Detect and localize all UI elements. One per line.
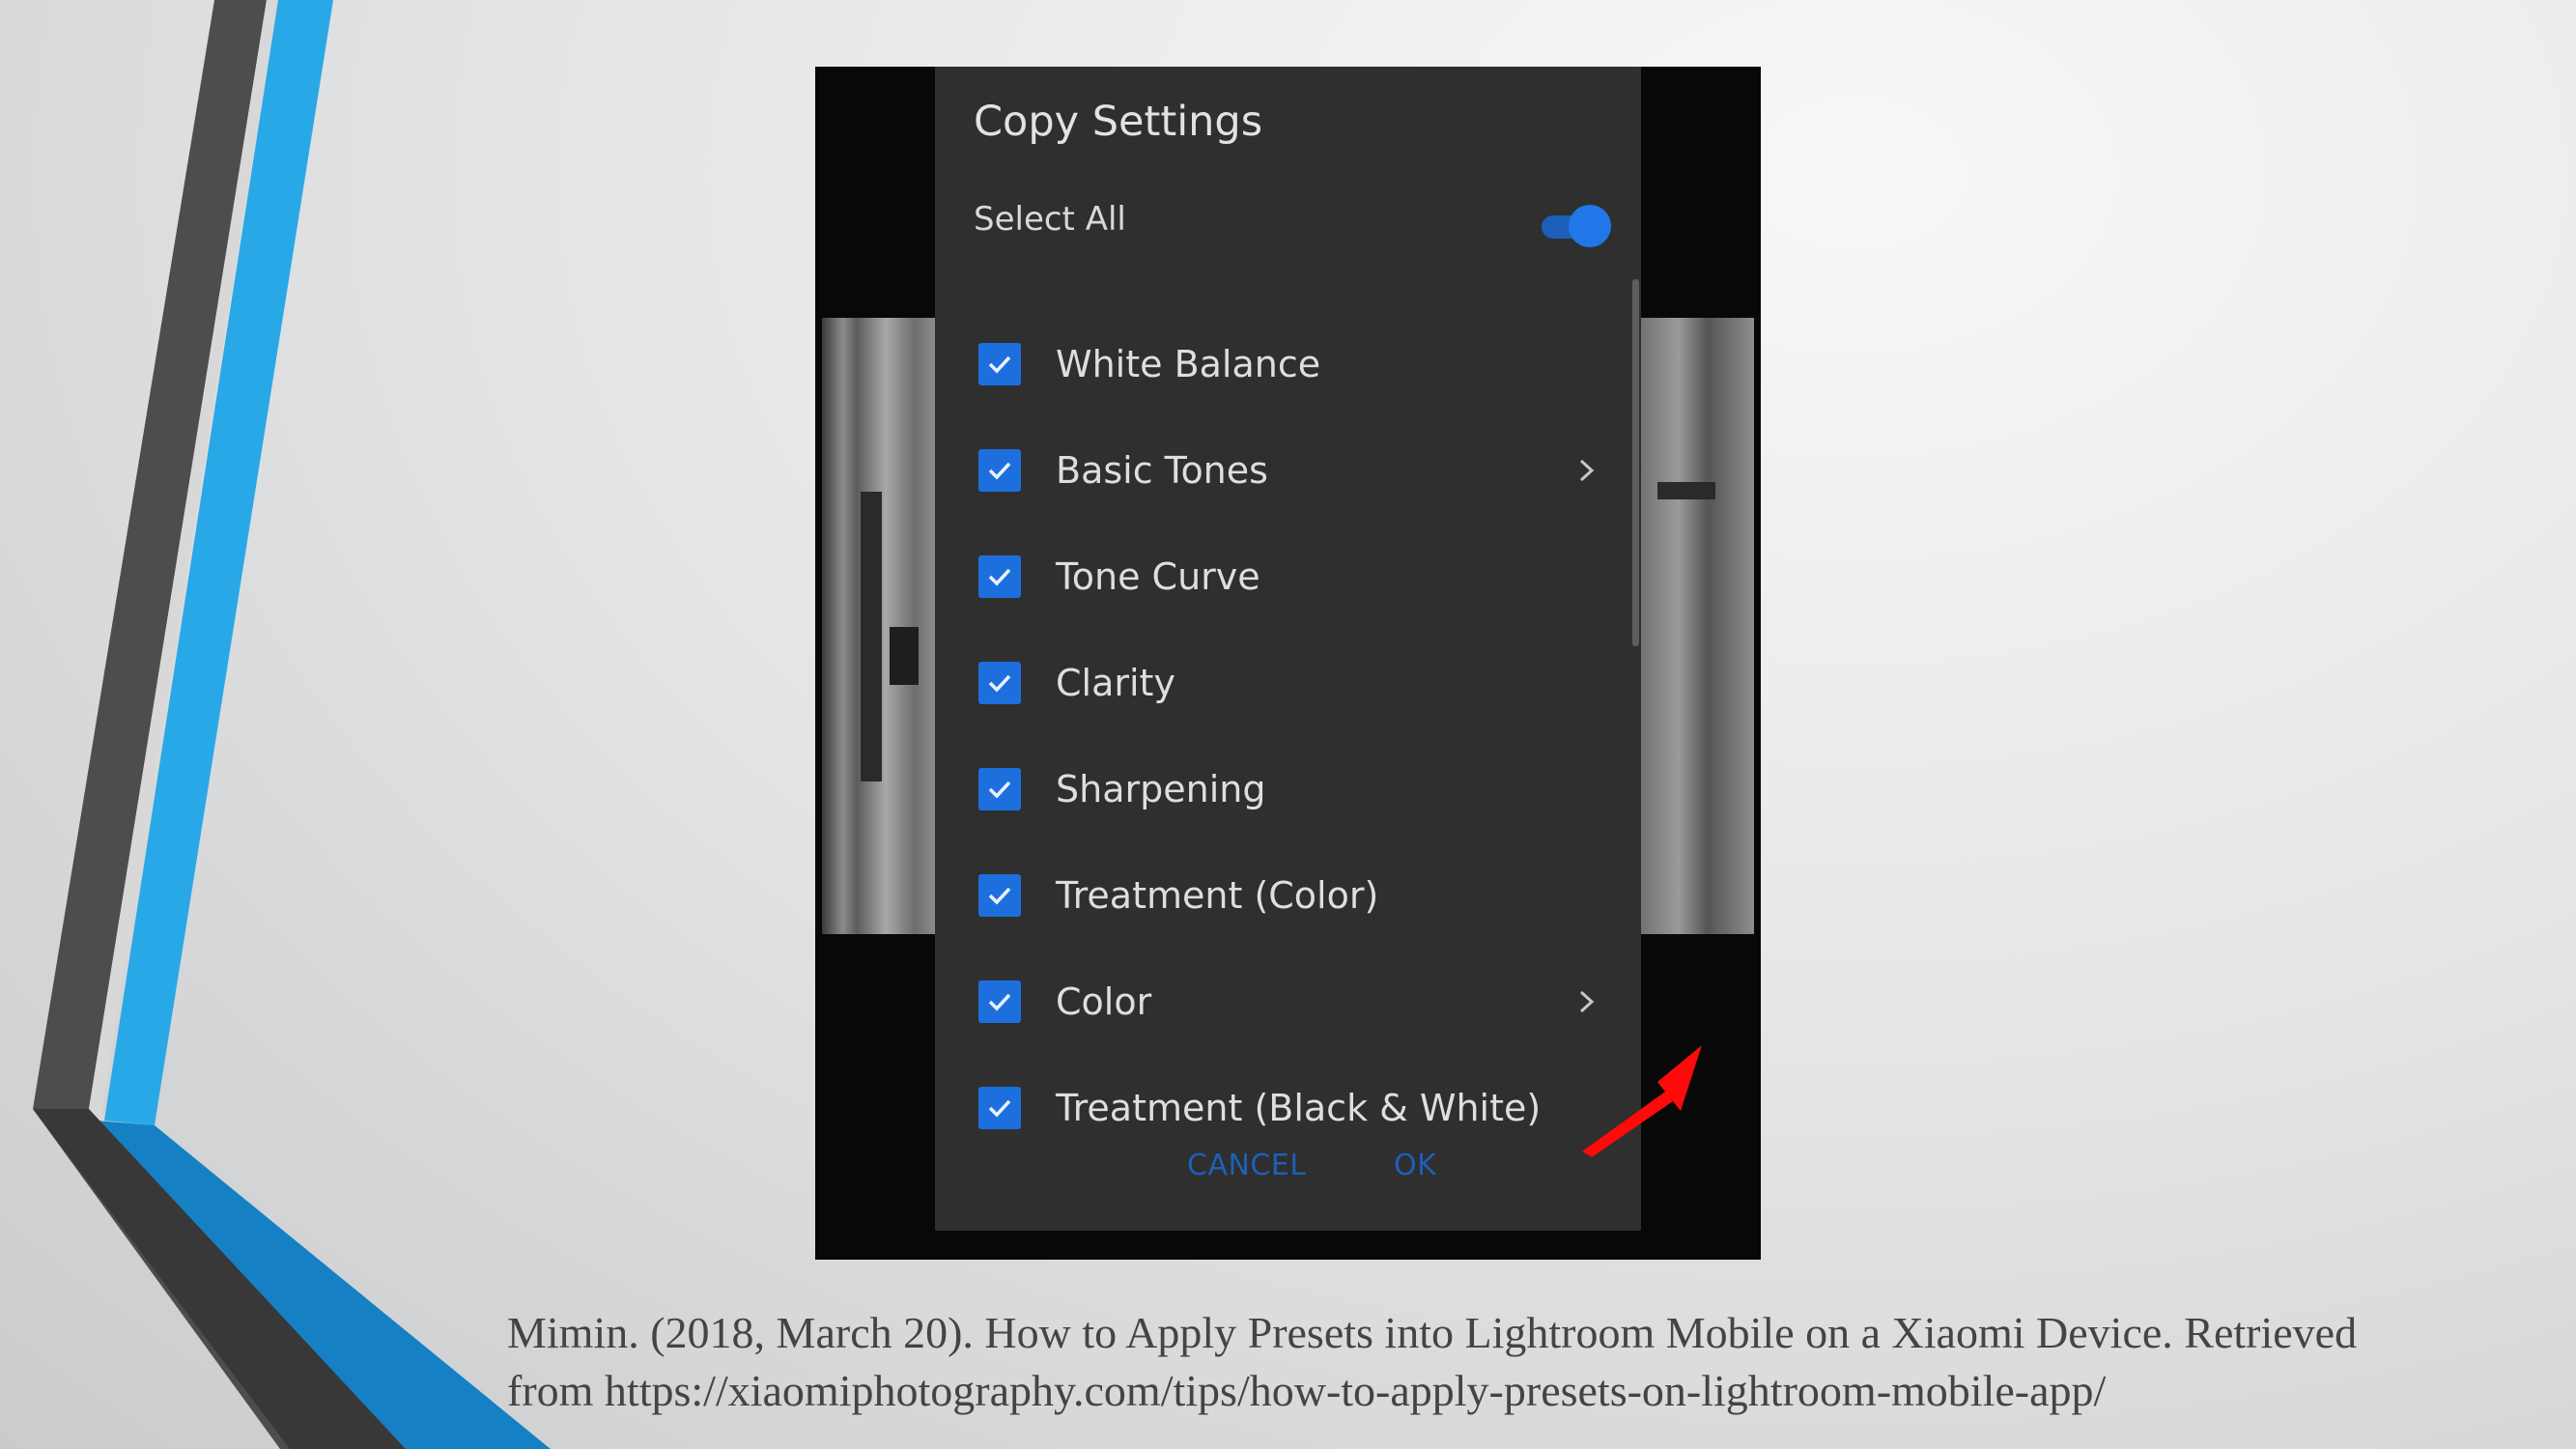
setting-color[interactable]: Color bbox=[974, 967, 1601, 1035]
setting-clarity[interactable]: Clarity bbox=[974, 648, 1601, 716]
copy-settings-dialog: Copy Settings Select All White Balance B… bbox=[935, 67, 1641, 1231]
dark-lower-stripe bbox=[33, 1109, 406, 1449]
setting-label: Tone Curve bbox=[1056, 555, 1260, 598]
select-all-label: Select All bbox=[974, 200, 1126, 239]
setting-tone-curve[interactable]: Tone Curve bbox=[974, 542, 1601, 610]
ok-button[interactable]: OK bbox=[1394, 1149, 1436, 1182]
select-all-row[interactable]: Select All bbox=[974, 200, 1611, 258]
scrollbar[interactable] bbox=[1632, 279, 1639, 646]
checkbox-checked-icon[interactable] bbox=[978, 449, 1021, 492]
setting-label: Clarity bbox=[1056, 662, 1175, 704]
background-photo-right bbox=[1638, 318, 1754, 934]
setting-label: Treatment (Color) bbox=[1056, 874, 1379, 917]
citation: Mimin. (2018, March 20). How to Apply Pr… bbox=[507, 1304, 2555, 1420]
setting-label: Color bbox=[1056, 980, 1152, 1023]
cancel-button[interactable]: CANCEL bbox=[1187, 1149, 1307, 1182]
toggle-knob bbox=[1569, 205, 1611, 247]
chevron-right-icon[interactable] bbox=[1572, 984, 1601, 1019]
setting-sharpening[interactable]: Sharpening bbox=[974, 754, 1601, 822]
citation-line-2: from https://xiaomiphotography.com/tips/… bbox=[507, 1366, 2107, 1415]
setting-label: Treatment (Black & White) bbox=[1056, 1087, 1542, 1129]
setting-label: Sharpening bbox=[1056, 768, 1266, 810]
red-arrow-annotation-icon bbox=[1582, 1045, 1702, 1157]
setting-basic-tones[interactable]: Basic Tones bbox=[974, 436, 1601, 503]
checkbox-checked-icon[interactable] bbox=[978, 874, 1021, 917]
checkbox-checked-icon[interactable] bbox=[978, 768, 1021, 810]
setting-treatment-color[interactable]: Treatment (Color) bbox=[974, 861, 1601, 928]
checkbox-checked-icon[interactable] bbox=[978, 555, 1021, 598]
setting-label: Basic Tones bbox=[1056, 449, 1268, 492]
checkbox-checked-icon[interactable] bbox=[978, 343, 1021, 385]
background-photo-left bbox=[822, 318, 938, 934]
checkbox-checked-icon[interactable] bbox=[978, 980, 1021, 1023]
dialog-title: Copy Settings bbox=[974, 98, 1263, 146]
setting-label: White Balance bbox=[1056, 343, 1321, 385]
chevron-right-icon[interactable] bbox=[1572, 453, 1601, 488]
citation-line-1: Mimin. (2018, March 20). How to Apply Pr… bbox=[507, 1308, 2358, 1357]
setting-treatment-bw[interactable]: Treatment (Black & White) bbox=[974, 1073, 1601, 1141]
select-all-toggle[interactable] bbox=[1536, 202, 1611, 250]
setting-white-balance[interactable]: White Balance bbox=[974, 329, 1601, 397]
checkbox-checked-icon[interactable] bbox=[978, 1087, 1021, 1129]
checkbox-checked-icon[interactable] bbox=[978, 662, 1021, 704]
